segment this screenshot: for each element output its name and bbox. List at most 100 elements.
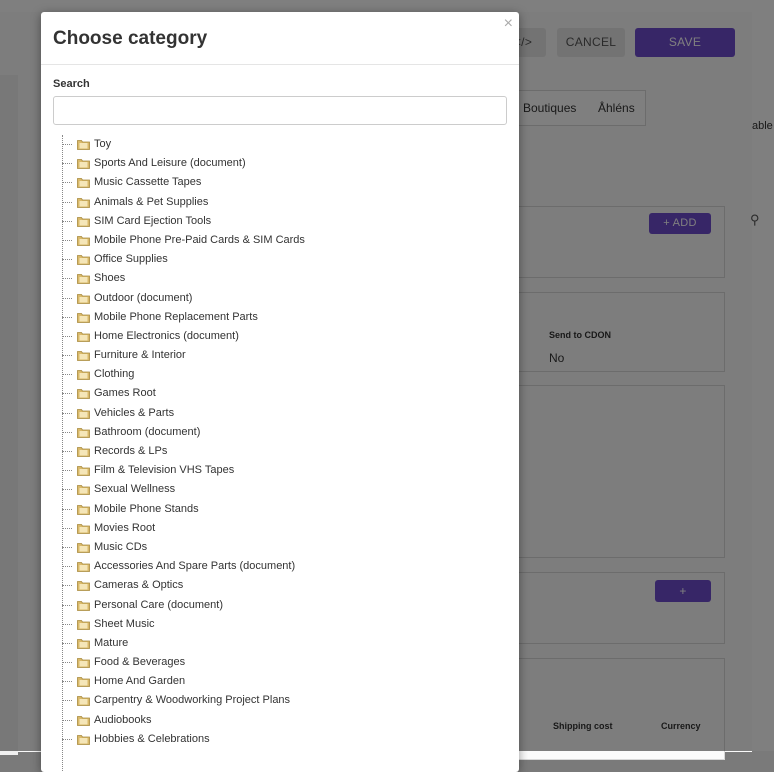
- category-label: Sexual Wellness: [94, 483, 176, 496]
- category-item[interactable]: Cameras & Optics: [53, 576, 503, 595]
- folder-icon: [77, 216, 90, 227]
- folder-icon: [77, 197, 90, 208]
- category-item[interactable]: Food & Beverages: [53, 653, 503, 672]
- category-label: Personal Care (document): [94, 598, 224, 611]
- category-label: Home Electronics (document): [94, 329, 239, 342]
- category-item[interactable]: Toy: [53, 135, 503, 154]
- tree-branch: [62, 297, 72, 299]
- tree-branch: [62, 604, 72, 606]
- tree-branch: [62, 431, 72, 433]
- folder-icon: [77, 658, 90, 668]
- category-item[interactable]: Film & Television VHS Tapes: [53, 461, 503, 480]
- folder-icon: [77, 178, 90, 189]
- category-label: Accessories And Spare Parts (document): [94, 560, 296, 573]
- tree-branch: [62, 642, 72, 644]
- folder-icon: [77, 255, 90, 266]
- category-item[interactable]: Animals & Pet Supplies: [53, 193, 503, 212]
- category-item[interactable]: Office Supplies: [53, 250, 503, 269]
- folder-icon: [77, 619, 90, 630]
- folder-icon: [77, 159, 90, 170]
- category-label: Film & Television VHS Tapes: [94, 464, 235, 477]
- category-label: Audiobooks: [94, 713, 152, 726]
- category-item[interactable]: Bathroom (document): [53, 423, 503, 442]
- category-label: Sheet Music: [94, 617, 155, 630]
- folder-icon: [77, 677, 90, 688]
- tree-branch: [62, 585, 72, 587]
- tree-branch: [62, 700, 72, 702]
- folder-icon: [77, 293, 90, 304]
- folder-icon: [77, 715, 90, 726]
- category-label: Animals & Pet Supplies: [94, 195, 209, 208]
- search-label: Search: [53, 78, 90, 90]
- category-item[interactable]: SIM Card Ejection Tools: [53, 212, 503, 231]
- folder-icon: [77, 274, 90, 285]
- category-item[interactable]: Audiobooks: [53, 711, 503, 730]
- tree-branch: [62, 681, 72, 683]
- tree-branch: [62, 335, 72, 337]
- tree-branch: [62, 259, 72, 261]
- category-item[interactable]: Music Cassette Tapes: [53, 173, 503, 192]
- category-item[interactable]: Carpentry & Woodworking Project Plans: [53, 691, 503, 710]
- search-input[interactable]: [53, 96, 507, 125]
- category-item[interactable]: Movies Root: [53, 519, 503, 538]
- category-item[interactable]: Records & LPs: [53, 442, 503, 461]
- category-item[interactable]: Sexual Wellness: [53, 480, 503, 499]
- category-item[interactable]: Shoes: [53, 269, 503, 288]
- folder-icon: [77, 351, 90, 361]
- choose-category-dialog: Choose category × Search Toy Sports And L…: [41, 12, 519, 772]
- tree-branch: [62, 239, 72, 241]
- category-item[interactable]: Furniture & Interior: [53, 346, 503, 365]
- category-item[interactable]: Mobile Phone Replacement Parts: [53, 308, 503, 327]
- category-label: Cameras & Optics: [94, 579, 184, 592]
- category-label: Mobile Phone Pre-Paid Cards & SIM Cards: [94, 233, 305, 246]
- folder-icon: [77, 447, 90, 457]
- tree-branch: [62, 451, 72, 452]
- tree-branch: [62, 412, 72, 414]
- tree-branch: [62, 278, 72, 280]
- category-label: Vehicles & Parts: [94, 406, 175, 419]
- close-icon[interactable]: ×: [504, 15, 513, 33]
- folder-icon: [77, 331, 90, 342]
- category-item[interactable]: Mature: [53, 634, 503, 653]
- category-label: Furniture & Interior: [94, 349, 186, 362]
- tree-branch: [62, 220, 72, 222]
- tree-branch: [62, 470, 72, 472]
- category-label: Clothing: [94, 368, 135, 381]
- folder-icon: [77, 370, 90, 381]
- category-item[interactable]: Home Electronics (document): [53, 327, 503, 346]
- folder-icon: [77, 562, 90, 573]
- category-label: Hobbies & Celebrations: [94, 732, 210, 745]
- category-item[interactable]: Mobile Phone Pre-Paid Cards & SIM Cards: [53, 231, 503, 250]
- tree-branch: [62, 355, 72, 357]
- dialog-header: Choose category ×: [41, 12, 519, 65]
- tree-branch: [62, 374, 72, 376]
- tree-branch: [62, 508, 72, 510]
- category-item[interactable]: Outdoor (document): [53, 289, 503, 308]
- folder-icon: [77, 485, 90, 496]
- folder-icon: [77, 140, 90, 150]
- category-item[interactable]: Sports And Leisure (document): [53, 154, 503, 173]
- category-item[interactable]: Hobbies & Celebrations: [53, 730, 503, 749]
- category-item[interactable]: Mobile Phone Stands: [53, 500, 503, 519]
- folder-icon: [77, 523, 90, 534]
- tree-branch: [62, 201, 72, 203]
- folder-icon: [77, 408, 90, 419]
- tree-branch: [62, 719, 72, 721]
- category-item[interactable]: Vehicles & Parts: [53, 404, 503, 423]
- dialog-title: Choose category: [53, 28, 208, 49]
- folder-icon: [77, 696, 90, 707]
- category-label: Home And Garden: [94, 675, 186, 688]
- category-item[interactable]: Sheet Music: [53, 615, 503, 634]
- category-item[interactable]: Games Root: [53, 384, 503, 403]
- category-item[interactable]: Music CDs: [53, 538, 503, 557]
- category-item[interactable]: Personal Care (document): [53, 596, 503, 615]
- category-item[interactable]: Accessories And Spare Parts (document): [53, 557, 503, 576]
- category-item[interactable]: Home And Garden: [53, 672, 503, 691]
- category-item[interactable]: Clothing: [53, 365, 503, 384]
- folder-icon: [77, 236, 90, 246]
- folder-icon: [77, 581, 90, 592]
- tree-branch: [62, 566, 72, 568]
- folder-icon: [77, 734, 90, 745]
- category-label: Mature: [94, 636, 129, 649]
- folder-icon: [77, 466, 90, 477]
